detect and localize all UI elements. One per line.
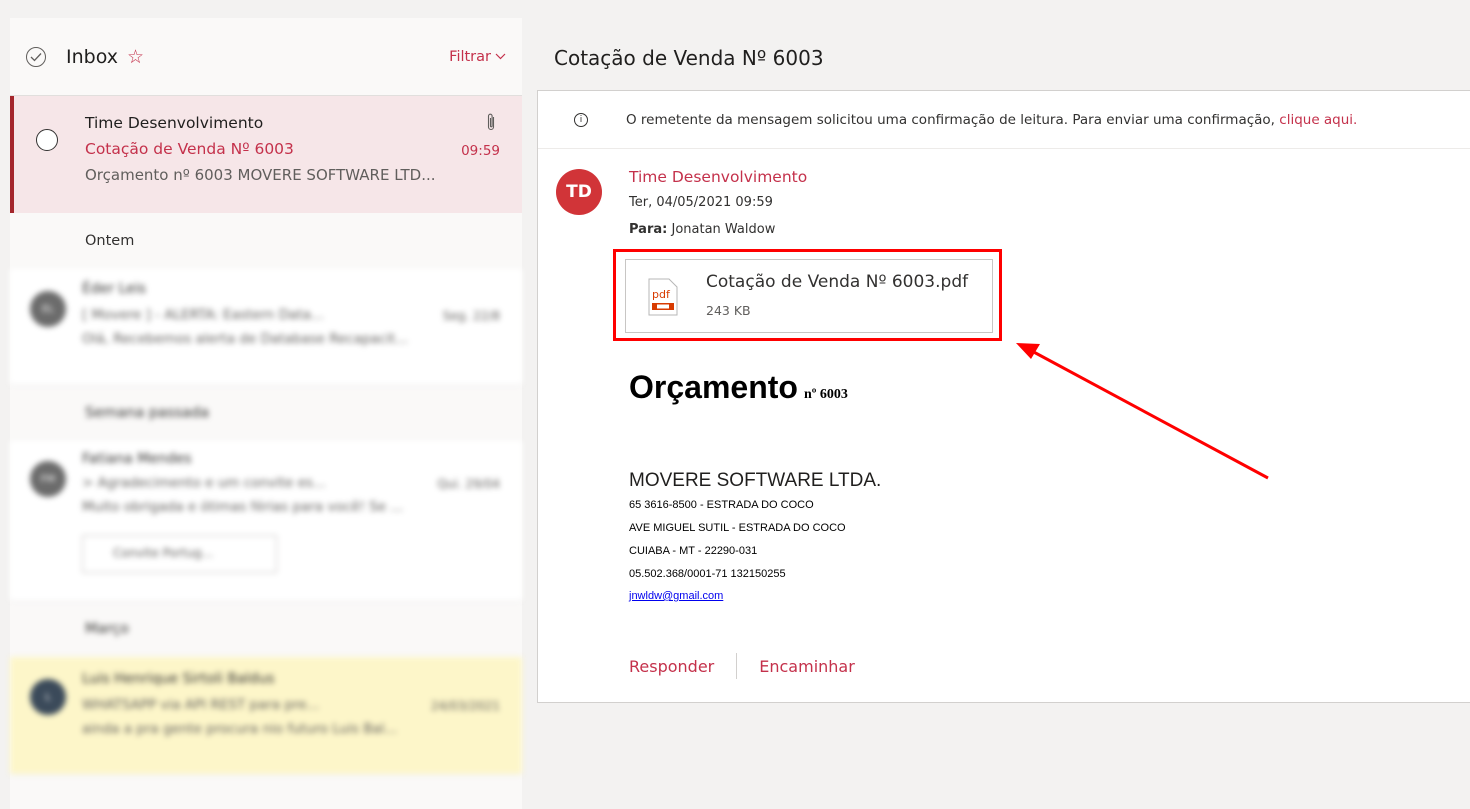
message-sender: Éder Leis: [82, 281, 146, 297]
read-receipt-banner: i O remetente da mensagem solicitou uma …: [538, 91, 1470, 149]
attachment-card[interactable]: pdf Cotação de Venda Nº 6003.pdf 243 KB: [625, 259, 993, 333]
message-list-header: Inbox ☆ Filtrar: [10, 18, 522, 96]
heading-text: Orçamento: [629, 369, 798, 405]
message-subject: [ Movere ] - ALERTA: Eastern Data...: [82, 307, 324, 323]
company-line: 65 3616-8500 - ESTRADA DO COCO: [629, 499, 814, 511]
message-list-pane: Inbox ☆ Filtrar Time Desenvolvimento Cot…: [10, 18, 522, 809]
message-time: 09:59: [461, 143, 500, 159]
company-name: MOVERE SOFTWARE LTDA.: [629, 470, 882, 491]
message-select-radio[interactable]: [36, 129, 58, 151]
favorite-star-icon[interactable]: ☆: [127, 46, 144, 68]
message-preview: Olá, Recebemos alerta de Database Recapa…: [82, 331, 409, 347]
to-label: Para:: [629, 222, 668, 237]
message-item[interactable]: EL Éder Leis [ Movere ] - ALERTA: Easter…: [10, 269, 522, 385]
svg-text:pdf: pdf: [652, 288, 671, 301]
recipient-line: Para: Jonatan Waldow: [629, 222, 775, 237]
info-icon: i: [574, 112, 588, 127]
attachment-name: Cotação de Venda Nº 6003.pdf: [706, 272, 969, 292]
sender-avatar[interactable]: TD: [556, 169, 602, 215]
filter-label: Filtrar: [449, 48, 491, 65]
avatar: FM: [30, 461, 66, 497]
message-time: Seg. 22/8: [442, 309, 500, 323]
message-card: i O remetente da mensagem solicitou uma …: [537, 90, 1470, 703]
group-header-marco: Março: [85, 621, 129, 637]
filter-button[interactable]: Filtrar: [449, 49, 506, 65]
avatar: EL: [30, 291, 66, 327]
forward-button[interactable]: Encaminhar: [759, 657, 855, 676]
message-item[interactable]: L Luis Henrique Sirtoli Baldus WHATSAPP …: [10, 657, 522, 775]
message-sender: Fatiana Mendes: [82, 451, 192, 467]
select-all-checkbox[interactable]: [26, 46, 46, 67]
message-preview: ainda a pra gente procura nio futuro Lui…: [82, 721, 398, 737]
message-actions: Responder Encaminhar: [629, 653, 855, 679]
company-email-link[interactable]: jnwldw@gmail.com: [629, 590, 723, 602]
message-subject: WHATSAPP via API REST para pre...: [82, 697, 320, 713]
group-header-ontem: Ontem: [85, 233, 135, 249]
message-subject: Cotação de Venda Nº 6003: [85, 140, 294, 158]
chevron-down-icon: [495, 53, 506, 60]
company-line: 05.502.368/0001-71 132150255: [629, 568, 786, 580]
divider: [736, 653, 738, 679]
avatar: L: [30, 679, 66, 715]
paperclip-icon: [487, 113, 495, 131]
recipient-name[interactable]: Jonatan Waldow: [671, 222, 775, 237]
sender-name[interactable]: Time Desenvolvimento: [629, 168, 807, 186]
company-line: CUIABA - MT - 22290-031: [629, 545, 758, 557]
check-icon: [30, 52, 42, 61]
send-receipt-link[interactable]: clique aqui.: [1279, 112, 1357, 128]
company-line: AVE MIGUEL SUTIL - ESTRADA DO COCO: [629, 522, 846, 534]
message-sender: Time Desenvolvimento: [85, 114, 264, 132]
reply-button[interactable]: Responder: [629, 657, 714, 676]
group-header-semana: Semana passada: [85, 405, 209, 421]
message-preview: Muito obrigada e ótimas férias para você…: [82, 499, 404, 515]
folder-title: Inbox: [66, 45, 118, 68]
message-item[interactable]: FM Fatiana Mendes > Agradecimento e um c…: [10, 441, 522, 601]
message-time: 24/03/2021: [430, 699, 500, 713]
reading-subject: Cotação de Venda Nº 6003: [554, 46, 824, 70]
message-sender: Luis Henrique Sirtoli Baldus: [82, 671, 275, 687]
heading-number: nº 6003: [803, 387, 848, 402]
message-item-selected[interactable]: Time Desenvolvimento Cotação de Venda Nº…: [10, 96, 522, 213]
message-preview: Orçamento nº 6003 MOVERE SOFTWARE LTD...: [85, 166, 436, 184]
receipt-message: O remetente da mensagem solicitou uma co…: [626, 111, 1280, 128]
pdf-icon: pdf: [648, 278, 678, 316]
message-time: Qui. 29/04: [437, 477, 500, 491]
body-heading: Orçamento nº 6003: [629, 369, 848, 406]
receipt-text: O remetente da mensagem solicitou uma co…: [626, 112, 1357, 128]
attachment-chip[interactable]: Convite Portug...: [82, 535, 277, 573]
attachment-size: 243 KB: [706, 303, 751, 318]
message-subject: > Agradecimento e um convite es...: [82, 475, 326, 491]
sent-date: Ter, 04/05/2021 09:59: [629, 195, 773, 210]
